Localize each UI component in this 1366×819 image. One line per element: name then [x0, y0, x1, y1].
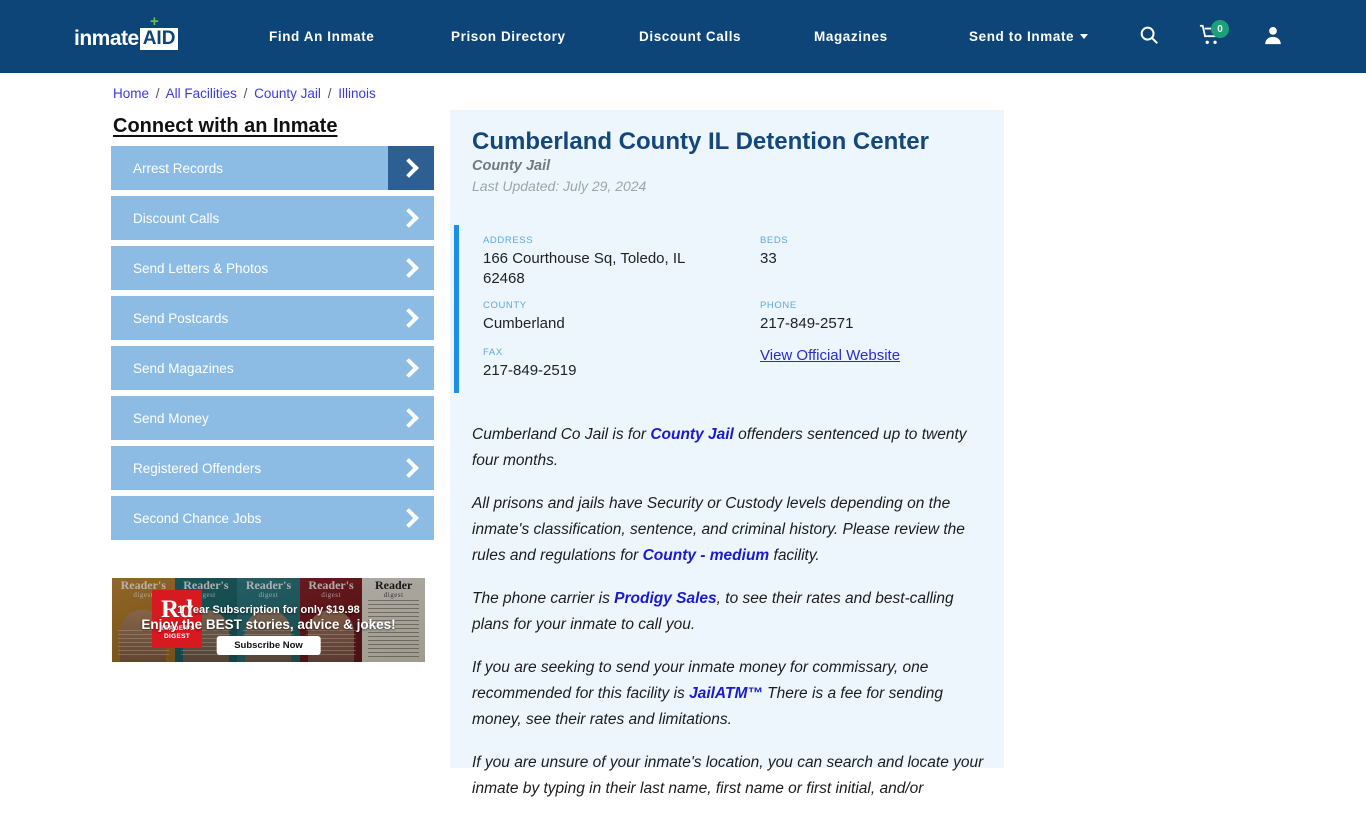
- nav-item-discount-calls[interactable]: Discount Calls: [639, 29, 741, 44]
- highlight-county-jail[interactable]: County Jail: [650, 426, 734, 443]
- paragraph-text: The phone carrier is: [472, 590, 615, 607]
- user-icon[interactable]: [1262, 24, 1284, 51]
- description-paragraph-3: The phone carrier is Prodigy Sales, to s…: [472, 586, 988, 638]
- chevron-right-icon: [388, 496, 434, 540]
- highlight-prodigy-sales[interactable]: Prodigy Sales: [614, 590, 717, 607]
- sidebar-item-label: Send Postcards: [133, 310, 229, 326]
- facility-card: Cumberland County IL Detention Center Co…: [450, 110, 1004, 797]
- logo-aid-badge: AID: [139, 28, 179, 50]
- sidebar-item-label: Send Money: [133, 410, 209, 426]
- breadcrumb-separator: /: [243, 86, 248, 101]
- advertisement-banner[interactable]: Reader's digest Reader's digest Reader's…: [112, 578, 425, 662]
- highlight-county-medium[interactable]: County - medium: [643, 547, 770, 564]
- subscribe-now-button[interactable]: Subscribe Now: [216, 636, 321, 655]
- field-address: ADDRESS 166 Courthouse Sq, Toledo, IL 62…: [483, 235, 723, 289]
- sidebar-item-discount-calls[interactable]: Discount Calls: [111, 196, 434, 240]
- sidebar-item-label: Send Letters & Photos: [133, 260, 269, 276]
- breadcrumb-item-illinois[interactable]: Illinois: [338, 86, 376, 101]
- cart-count-badge: 0: [1211, 20, 1229, 38]
- sidebar-menu: Arrest Records Discount Calls Send Lette…: [111, 146, 434, 546]
- last-updated-text: Last Updated: July 29, 2024: [472, 178, 647, 194]
- page-title: Cumberland County IL Detention Center: [472, 128, 929, 155]
- field-label: PHONE: [760, 300, 797, 311]
- field-value: 166 Courthouse Sq, Toledo, IL 62468: [483, 250, 685, 287]
- field-value: 217-849-2571: [760, 315, 854, 332]
- sidebar-item-label: Second Chance Jobs: [133, 510, 262, 526]
- breadcrumb-item-all-facilities[interactable]: All Facilities: [166, 86, 237, 101]
- description-paragraph-5: If you are unsure of your inmate's locat…: [472, 750, 988, 802]
- chevron-right-icon: [388, 346, 434, 390]
- sidebar-item-label: Send Magazines: [133, 360, 234, 376]
- paragraph-text: facility.: [769, 547, 820, 564]
- field-phone: PHONE 217-849-2571: [760, 300, 1000, 334]
- breadcrumb-separator: /: [327, 86, 332, 101]
- description-paragraph-2: All prisons and jails have Security or C…: [472, 491, 988, 569]
- description-paragraph-4: If you are seeking to send your inmate m…: [472, 655, 988, 733]
- sidebar-item-label: Arrest Records: [133, 160, 224, 176]
- logo-plus-icon: +: [150, 13, 159, 30]
- sidebar-item-send-letters-photos[interactable]: Send Letters & Photos: [111, 246, 434, 290]
- paragraph-text: Cumberland Co Jail is for: [472, 426, 651, 443]
- nav-item-send-to-inmate[interactable]: Send to Inmate: [969, 29, 1089, 44]
- field-label: COUNTY: [483, 300, 527, 311]
- paragraph-text: If you are unsure of your inmate's locat…: [472, 754, 984, 797]
- sidebar-item-arrest-records[interactable]: Arrest Records: [111, 146, 434, 190]
- breadcrumb: Home / All Facilities / County Jail / Il…: [113, 86, 376, 101]
- sidebar-item-registered-offenders[interactable]: Registered Offenders: [111, 446, 434, 490]
- field-value: Cumberland: [483, 315, 565, 332]
- field-fax: FAX 217-849-2519: [483, 347, 723, 381]
- sidebar-item-send-postcards[interactable]: Send Postcards: [111, 296, 434, 340]
- site-header: inmate + AID Find An Inmate Prison Direc…: [0, 0, 1366, 73]
- facility-info-panel: ADDRESS 166 Courthouse Sq, Toledo, IL 62…: [454, 225, 1004, 393]
- chevron-right-icon: [388, 146, 434, 190]
- field-label: FAX: [483, 347, 503, 358]
- nav-item-magazines[interactable]: Magazines: [814, 29, 888, 44]
- breadcrumb-item-home[interactable]: Home: [113, 86, 149, 101]
- field-value: 33: [760, 250, 777, 267]
- view-official-website-link[interactable]: View Official Website: [760, 347, 900, 364]
- field-beds: BEDS 33: [760, 235, 1000, 269]
- site-logo[interactable]: inmate + AID: [74, 14, 179, 50]
- sidebar-item-second-chance-jobs[interactable]: Second Chance Jobs: [111, 496, 434, 540]
- field-label: BEDS: [760, 235, 789, 246]
- nav-item-send-to-inmate-label: Send to Inmate: [969, 29, 1075, 44]
- search-icon[interactable]: [1138, 24, 1160, 51]
- sidebar-item-label: Registered Offenders: [133, 460, 262, 476]
- sidebar-item-label: Discount Calls: [133, 210, 220, 226]
- ad-headline: 1 Year Subscription for only $19.98: [177, 604, 360, 616]
- nav-item-find-an-inmate[interactable]: Find An Inmate: [269, 29, 374, 44]
- field-county: COUNTY Cumberland: [483, 300, 723, 334]
- description-paragraph-1: Cumberland Co Jail is for County Jail of…: [472, 422, 988, 474]
- nav-item-prison-directory[interactable]: Prison Directory: [451, 29, 566, 44]
- chevron-right-icon: [388, 446, 434, 490]
- ad-subheadline: Enjoy the BEST stories, advice & jokes!: [141, 617, 396, 632]
- chevron-right-icon: [388, 296, 434, 340]
- field-label: ADDRESS: [483, 235, 534, 246]
- chevron-right-icon: [388, 196, 434, 240]
- sidebar-item-send-money[interactable]: Send Money: [111, 396, 434, 440]
- facility-type: County Jail: [472, 158, 551, 174]
- facility-description: Cumberland Co Jail is for County Jail of…: [472, 422, 988, 819]
- field-value: 217-849-2519: [483, 362, 577, 379]
- sidebar-heading[interactable]: Connect with an Inmate: [113, 115, 337, 138]
- logo-wordmark: inmate: [74, 27, 139, 50]
- breadcrumb-separator: /: [155, 86, 160, 101]
- chevron-right-icon: [388, 396, 434, 440]
- sidebar-item-send-magazines[interactable]: Send Magazines: [111, 346, 434, 390]
- highlight-jailatm[interactable]: JailATM™: [689, 685, 763, 702]
- chevron-down-icon: [1080, 34, 1089, 39]
- field-official-website: View Official Website: [760, 347, 1000, 365]
- breadcrumb-item-county-jail[interactable]: County Jail: [254, 86, 321, 101]
- chevron-right-icon: [388, 246, 434, 290]
